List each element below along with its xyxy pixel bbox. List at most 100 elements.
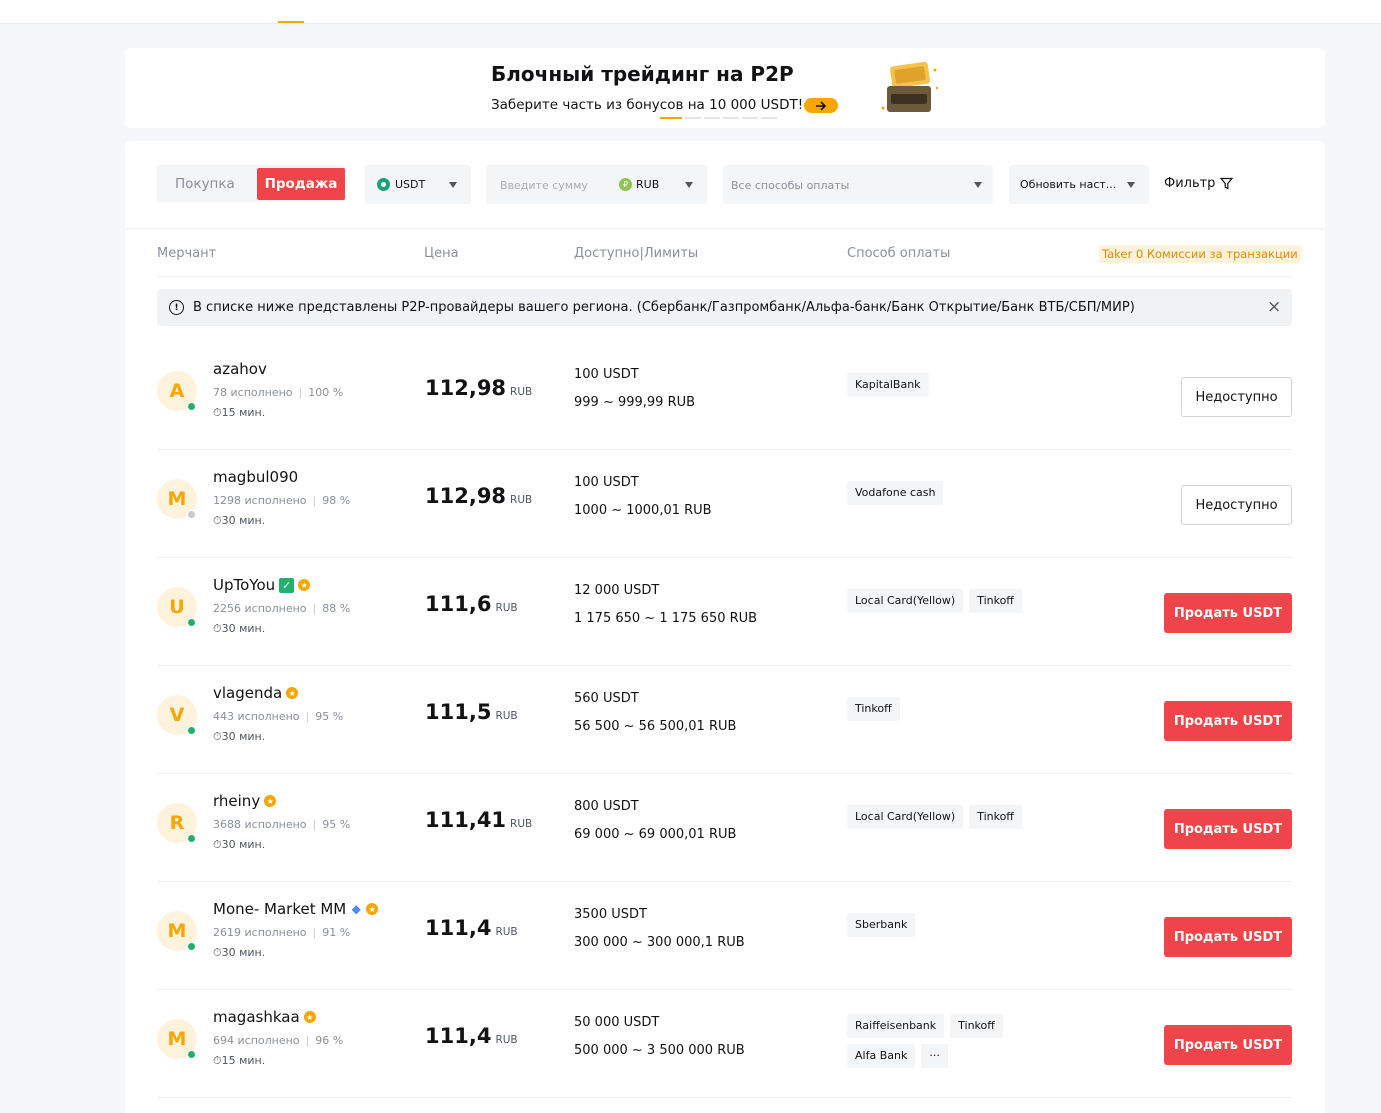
sell-usdt-button[interactable]: Продать USDT — [1164, 1025, 1292, 1065]
payment-method-tag: Tinkoff — [950, 1014, 1003, 1038]
merchant-name[interactable]: magbul090 — [213, 468, 298, 486]
price-currency: RUB — [495, 602, 518, 614]
payment-method-tag: KapitalBank — [847, 373, 929, 397]
price: 111,5 RUB — [425, 700, 518, 724]
merchant-name-text[interactable]: magbul090 — [213, 468, 298, 486]
diamond-icon: ◆ — [351, 902, 361, 916]
online-status-dot — [187, 402, 196, 411]
promo-banner[interactable]: Блочный трейдинг на P2P Заберите часть и… — [125, 48, 1325, 128]
close-icon[interactable]: × — [1267, 297, 1281, 317]
order-limits: 69 000 ~ 69 000,01 RUB — [574, 827, 737, 842]
top-nav — [0, 0, 1381, 24]
avatar-initial: V — [169, 704, 185, 726]
merchant-name-text[interactable]: rheiny — [213, 792, 260, 810]
price-value: 112,98 — [425, 484, 507, 508]
merchant-name[interactable]: rheiny ★ — [213, 792, 277, 810]
unavailable-button[interactable]: Недоступно — [1181, 377, 1292, 417]
refresh-select-value: Обновить наст... — [1020, 178, 1117, 191]
verified-check-icon: ✓ — [279, 577, 295, 593]
sell-usdt-button[interactable]: Продать USDT — [1164, 917, 1292, 957]
payment-method-tag: Raiffeisenbank — [847, 1014, 945, 1038]
payment-time: ⏱30 мин. — [213, 838, 265, 852]
trade-side-toggle: Покупка Продажа — [157, 165, 345, 202]
sell-usdt-button[interactable]: Продать USDT — [1164, 701, 1292, 741]
banner-title: Блочный трейдинг на P2P — [491, 62, 794, 86]
completion-rate: 96 % — [315, 1034, 344, 1047]
available-amount: 50 000 USDT — [574, 1015, 660, 1030]
banner-dot[interactable] — [704, 117, 720, 119]
merchant-name-text[interactable]: azahov — [213, 360, 267, 378]
stats-separator: | — [305, 1034, 310, 1047]
fiat-select-value[interactable]: RUB — [636, 178, 659, 191]
payment-time-value: 30 мин. — [221, 838, 266, 851]
completed-orders: 443 исполнено — [213, 710, 300, 723]
banner-dot[interactable] — [660, 117, 682, 119]
completed-orders: 78 исполнено — [213, 386, 293, 399]
price: 111,41 RUB — [425, 808, 532, 832]
nav-active-indicator — [278, 21, 304, 23]
table-row: Mmagashkaa ★ 694 исполнено | 96 % ⏱15 мин. 111… — [157, 990, 1292, 1098]
buy-tab[interactable]: Покупка — [175, 176, 235, 192]
banner-dot[interactable] — [742, 117, 758, 119]
banner-arrow-button[interactable] — [804, 98, 838, 113]
amount-input[interactable]: Введите сумму ₽ RUB — [486, 165, 707, 204]
merchant-name[interactable]: magashkaa ★ — [213, 1008, 316, 1026]
gift-box-illustration — [881, 61, 939, 112]
merchant-name[interactable]: UpToYou ✓ ★ — [213, 576, 311, 594]
merchant-name[interactable]: Mone- Market MM ◆ ★ — [213, 900, 379, 918]
stats-separator: | — [312, 818, 317, 831]
online-status-dot — [187, 510, 196, 519]
banner-dot[interactable] — [723, 117, 739, 119]
merchant-name-text[interactable]: Mone- Market MM — [213, 900, 346, 918]
payment-method-tag: ··· — [921, 1044, 948, 1068]
payment-time: ⏱30 мин. — [213, 514, 265, 528]
price-currency: RUB — [495, 926, 518, 938]
filter-button[interactable]: Фильтр — [1164, 176, 1234, 191]
caret-down-icon — [974, 182, 982, 188]
payment-time-value: 30 мин. — [221, 514, 266, 527]
filter-icon — [1220, 177, 1234, 190]
sell-usdt-button[interactable]: Продать USDT — [1164, 593, 1292, 633]
coin-select[interactable]: USDT — [365, 165, 471, 204]
avatar-initial: U — [169, 596, 185, 618]
completed-orders: 3688 исполнено — [213, 818, 307, 831]
merchant-stats: 78 исполнено | 100 % — [213, 386, 343, 399]
payment-method-placeholder: Все способы оплаты — [731, 179, 850, 192]
toolbar-divider — [125, 228, 1325, 229]
available-amount: 3500 USDT — [574, 907, 647, 922]
timer-icon: ⏱ — [213, 406, 222, 419]
arrow-right-icon — [816, 100, 827, 111]
table-row: Mmagbul090 1298 исполнено | 98 % ⏱30 мин. 112… — [157, 450, 1292, 558]
merchant-name-text[interactable]: vlagenda — [213, 684, 282, 702]
price-currency: RUB — [495, 1034, 518, 1046]
banner-dot[interactable] — [761, 117, 777, 119]
stats-separator: | — [305, 710, 310, 723]
available-amount: 100 USDT — [574, 367, 639, 382]
completion-rate: 98 % — [322, 494, 351, 507]
unavailable-button[interactable]: Недоступно — [1181, 485, 1292, 525]
banner-dot[interactable] — [685, 117, 701, 119]
merchant-name[interactable]: vlagenda ★ — [213, 684, 299, 702]
refresh-select[interactable]: Обновить наст... — [1009, 165, 1149, 204]
payment-method-tag: Sberbank — [847, 913, 916, 937]
sell-usdt-button[interactable]: Продать USDT — [1164, 809, 1292, 849]
sell-tab[interactable]: Продажа — [257, 168, 345, 200]
merchant-name-text[interactable]: magashkaa — [213, 1008, 300, 1026]
completion-rate: 95 % — [322, 818, 351, 831]
stats-separator: | — [312, 926, 317, 939]
merchant-name-text[interactable]: UpToYou — [213, 576, 275, 594]
caret-down-icon[interactable] — [685, 182, 693, 188]
timer-icon: ⏱ — [213, 946, 222, 959]
banner-pagination — [660, 117, 777, 119]
table-row: U UpToYou ✓ ★ 2256 исполнено | 88 % ⏱30 мин. 111… — [157, 558, 1292, 666]
payment-time-value: 15 мин. — [221, 406, 266, 419]
table-row: M Mone- Market MM ◆ ★ 2619 исполнено | 91 % ⏱30… — [157, 882, 1292, 990]
price-value: 111,4 — [425, 916, 492, 940]
payment-method-select[interactable]: Все способы оплаты — [723, 165, 993, 204]
online-status-dot — [187, 726, 196, 735]
timer-icon: ⏱ — [213, 730, 222, 743]
merchant-name[interactable]: azahov — [213, 360, 267, 378]
payment-time: ⏱30 мин. — [213, 730, 265, 744]
payment-methods: Tinkoff — [847, 697, 1027, 721]
payment-methods: Local Card(Yellow) Tinkoff — [847, 805, 1027, 829]
